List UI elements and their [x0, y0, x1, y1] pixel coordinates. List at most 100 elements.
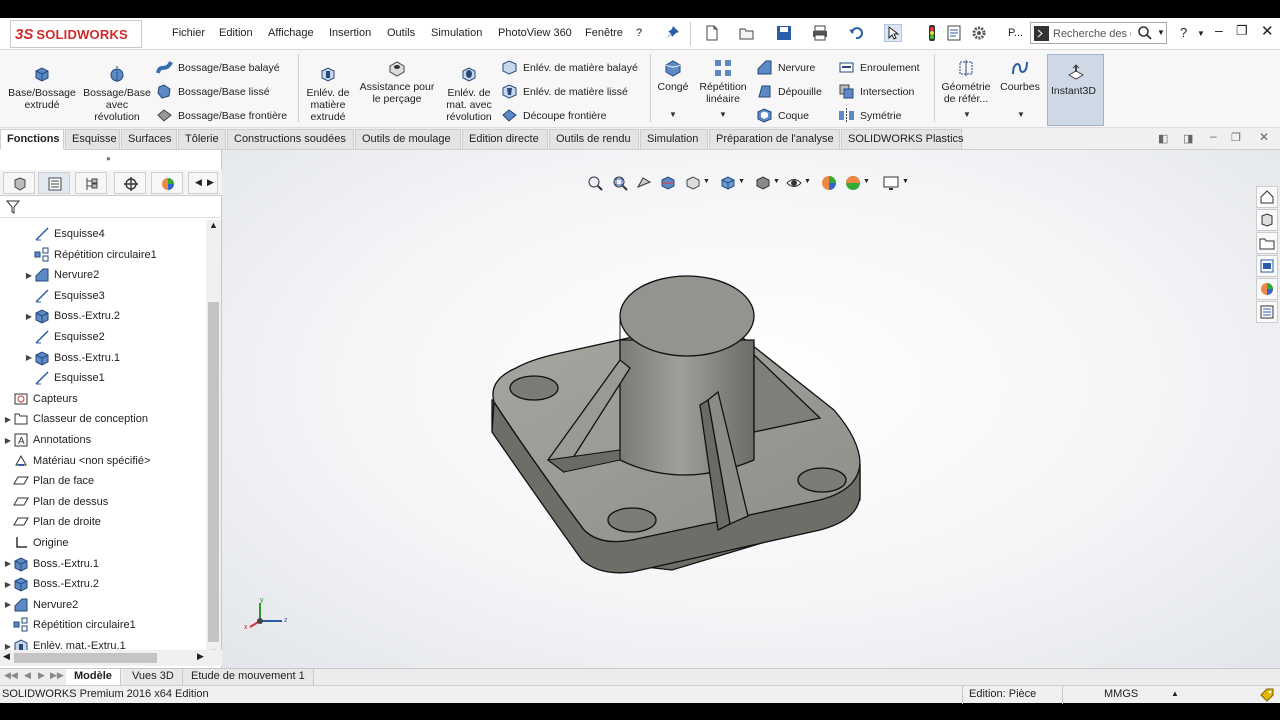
displaymanager-tab[interactable] — [151, 172, 183, 194]
menu-insertion[interactable]: Insertion — [329, 27, 371, 39]
help-button[interactable]: ? — [1180, 25, 1187, 40]
view-settings-icon[interactable] — [882, 174, 900, 192]
tab-surfaces[interactable]: Surfaces — [121, 129, 177, 150]
tab-outils-moulage[interactable]: Outils de moulage — [355, 129, 461, 150]
display-style-dropdown-icon[interactable]: ▼ — [773, 178, 780, 185]
search-box[interactable]: Recherche des c ▼ — [1030, 22, 1167, 44]
dimxpert-tab[interactable] — [114, 172, 146, 194]
propertymanager-tab[interactable] — [38, 172, 70, 194]
appearances-button[interactable] — [1256, 278, 1278, 300]
expand-arrow-icon[interactable]: ▶ — [3, 436, 13, 445]
tab-vues-3d[interactable]: Vues 3D — [124, 669, 183, 686]
first-tab-icon[interactable]: ◀◀ — [4, 670, 18, 681]
expand-arrow-icon[interactable]: ▶ — [3, 559, 13, 568]
annotation-dropdown-icon[interactable]: ▼ — [703, 178, 710, 185]
section-view-icon[interactable] — [659, 174, 677, 192]
restore-window-icon[interactable]: ❐ — [1236, 23, 1248, 39]
tree-item[interactable]: ▶ Nervure2 — [0, 265, 206, 285]
panel-scroll-tab[interactable]: ◀ ▶ — [188, 172, 218, 194]
help-dropdown-icon[interactable]: ▼ — [1197, 29, 1205, 38]
scroll-thumb[interactable] — [208, 302, 219, 642]
reference-geometry-button[interactable]: Géométrie de référ... — [938, 58, 994, 105]
tab-simulation[interactable]: Simulation — [640, 129, 708, 150]
tree-item[interactable]: Plan de droite — [0, 512, 206, 532]
scene-icon[interactable] — [844, 174, 862, 192]
search-icon[interactable] — [1137, 25, 1153, 41]
doc-restore-icon[interactable]: ❐ — [1231, 131, 1241, 144]
expand-arrow-icon[interactable]: ▶ — [3, 600, 13, 609]
tab-preparation-analyse[interactable]: Préparation de l'analyse — [709, 129, 840, 150]
boundary-cut-button[interactable]: Découpe frontière — [501, 107, 606, 124]
hole-wizard-button[interactable]: Assistance pour le perçage — [356, 58, 438, 105]
display-style-icon[interactable] — [754, 174, 772, 192]
menu-fichier[interactable]: Fichier — [172, 27, 205, 39]
tree-item[interactable]: Esquisse3 — [0, 286, 206, 306]
fillet-dropdown-icon[interactable]: ▼ — [669, 110, 677, 119]
scene-dropdown-icon[interactable]: ▼ — [863, 178, 870, 185]
curves-button[interactable]: Courbes — [996, 58, 1044, 93]
new-document-icon[interactable] — [703, 24, 721, 42]
lofted-cut-button[interactable]: Enlév. de matière lissé — [501, 83, 628, 100]
units-dropdown-icon[interactable]: ▲ — [1171, 689, 1179, 698]
menu-edition[interactable]: Edition — [219, 27, 253, 39]
swept-boss-button[interactable]: Bossage/Base balayé — [156, 59, 280, 76]
tree-item[interactable]: Capteurs — [0, 389, 206, 409]
tab-modele[interactable]: Modèle — [66, 669, 121, 686]
zoom-area-icon[interactable] — [611, 174, 629, 192]
cut-revolve-button[interactable]: Enlév. de mat. avec révolution — [442, 64, 496, 123]
edit-appearance-icon[interactable] — [820, 174, 838, 192]
scroll-up-icon[interactable]: ▲ — [209, 220, 218, 230]
configurationmanager-tab[interactable] — [75, 172, 107, 194]
view-palette-button[interactable] — [1256, 255, 1278, 277]
base-revolve-button[interactable]: Bossage/Base avec révolution — [82, 64, 152, 123]
linear-pattern-button[interactable]: Répétition linéaire — [696, 58, 750, 105]
tree-item[interactable]: ▶ Boss.-Extru.1 — [0, 348, 206, 368]
tab-esquisse[interactable]: Esquisse — [65, 129, 120, 150]
tab-constructions-soudees[interactable]: Constructions soudées — [227, 129, 354, 150]
solidworks-resources-button[interactable] — [1256, 186, 1278, 208]
scroll-right-icon[interactable]: ▶ — [197, 651, 204, 662]
boundary-boss-button[interactable]: Bossage/Base frontière — [156, 107, 287, 124]
open-folder-icon[interactable] — [738, 24, 756, 42]
draft-button[interactable]: Dépouille — [756, 83, 822, 100]
tab-solidworks-plastics[interactable]: SOLIDWORKS Plastics — [841, 129, 964, 150]
last-tab-icon[interactable]: ▶▶ — [50, 670, 64, 681]
tab-tolerie[interactable]: Tôlerie — [178, 129, 226, 150]
hscroll-thumb[interactable] — [14, 653, 157, 663]
rebuild-tag-icon[interactable] — [1259, 687, 1275, 702]
undo-icon[interactable] — [847, 24, 865, 42]
design-library-button[interactable] — [1256, 209, 1278, 231]
search-input[interactable]: Recherche des c — [1053, 28, 1131, 40]
menu-fenetre[interactable]: Fenêtre — [585, 27, 623, 39]
dynamic-annotation-icon[interactable] — [684, 174, 702, 192]
swept-cut-button[interactable]: Enlév. de matière balayé — [501, 59, 638, 76]
zoom-to-fit-icon[interactable] — [586, 174, 604, 192]
tree-item[interactable]: Matériau <non spécifié> — [0, 451, 206, 471]
tree-item[interactable]: Répétition circulaire1 — [0, 245, 206, 265]
menu-affichage[interactable]: Affichage — [268, 27, 314, 39]
tree-item[interactable]: ▶ Classeur de conception — [0, 409, 206, 429]
tab-edition-directe[interactable]: Edition directe — [462, 129, 548, 150]
expand-arrow-icon[interactable]: ▶ — [3, 580, 13, 589]
expand-arrow-icon[interactable]: ▶ — [24, 271, 34, 280]
custom-properties-button[interactable] — [1256, 301, 1278, 323]
tab-outils-rendu[interactable]: Outils de rendu — [549, 129, 639, 150]
expand-arrow-icon[interactable]: ▶ — [24, 312, 34, 321]
menu-outils[interactable]: Outils — [387, 27, 415, 39]
filter-icon[interactable] — [5, 199, 21, 215]
hide-show-icon[interactable] — [785, 174, 803, 192]
tree-horizontal-scrollbar[interactable]: ◀ ▶ — [0, 650, 222, 666]
mirror-button[interactable]: Symétrie — [838, 107, 901, 124]
status-units[interactable]: MMGS — [1104, 688, 1138, 700]
next-tab-icon[interactable]: ▶ — [38, 670, 45, 681]
doc-minimize-icon[interactable]: – — [1210, 129, 1217, 143]
featuremanager-tab[interactable] — [3, 172, 35, 194]
tree-item[interactable]: ▶ Boss.-Extru.2 — [0, 306, 206, 326]
previous-view-icon[interactable] — [635, 174, 653, 192]
scroll-left-icon[interactable]: ◀ — [3, 651, 10, 662]
rebuild-traffic-light-icon[interactable] — [923, 24, 941, 42]
curves-dropdown-icon[interactable]: ▼ — [1017, 110, 1025, 119]
prev-tab-icon[interactable]: ◀ — [24, 670, 31, 681]
panel-splitter-icon[interactable]: ● — [106, 154, 111, 163]
doc-close-icon[interactable]: ✕ — [1259, 130, 1269, 144]
